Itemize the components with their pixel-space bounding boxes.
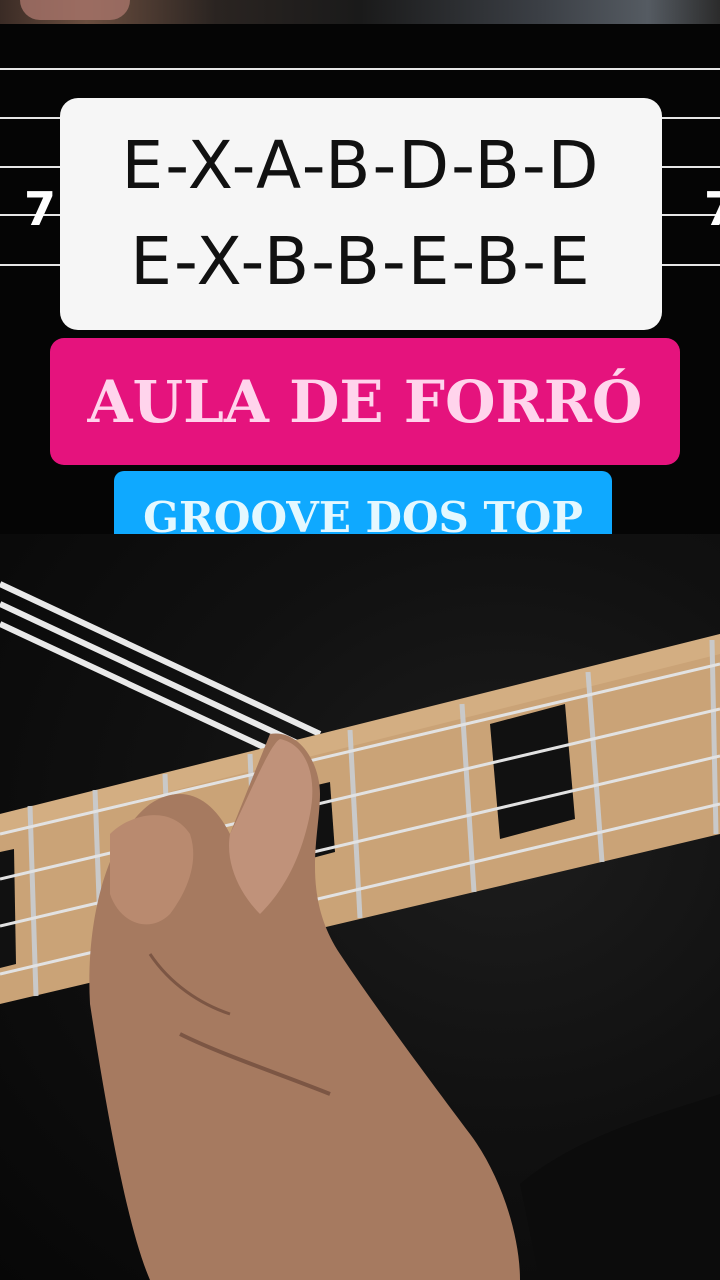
fret-inlay [490, 704, 575, 839]
staff-line [0, 68, 720, 70]
note-sequence-line-1: E-X-A-B-D-B-D [121, 127, 601, 205]
title-banner: AULA DE FORRÓ [50, 338, 680, 465]
note-sequence-card: E-X-A-B-D-B-D E-X-B-B-E-B-E [60, 98, 662, 330]
tab-fret-number-left: 7 [24, 182, 57, 236]
bass-neck-illustration [0, 581, 720, 1280]
face-partial [20, 0, 130, 20]
tab-fret-number-right: 7 [704, 186, 720, 232]
lesson-title: AULA DE FORRÓ [87, 367, 643, 436]
video-frame: 7 7 E-X-A-B-D-B-D E-X-B-B-E-B-E AULA DE … [0, 0, 720, 1280]
fret-inlay [0, 849, 16, 968]
note-sequence-line-2: E-X-B-B-E-B-E [130, 223, 592, 300]
bass-guitar-video [0, 534, 720, 1280]
